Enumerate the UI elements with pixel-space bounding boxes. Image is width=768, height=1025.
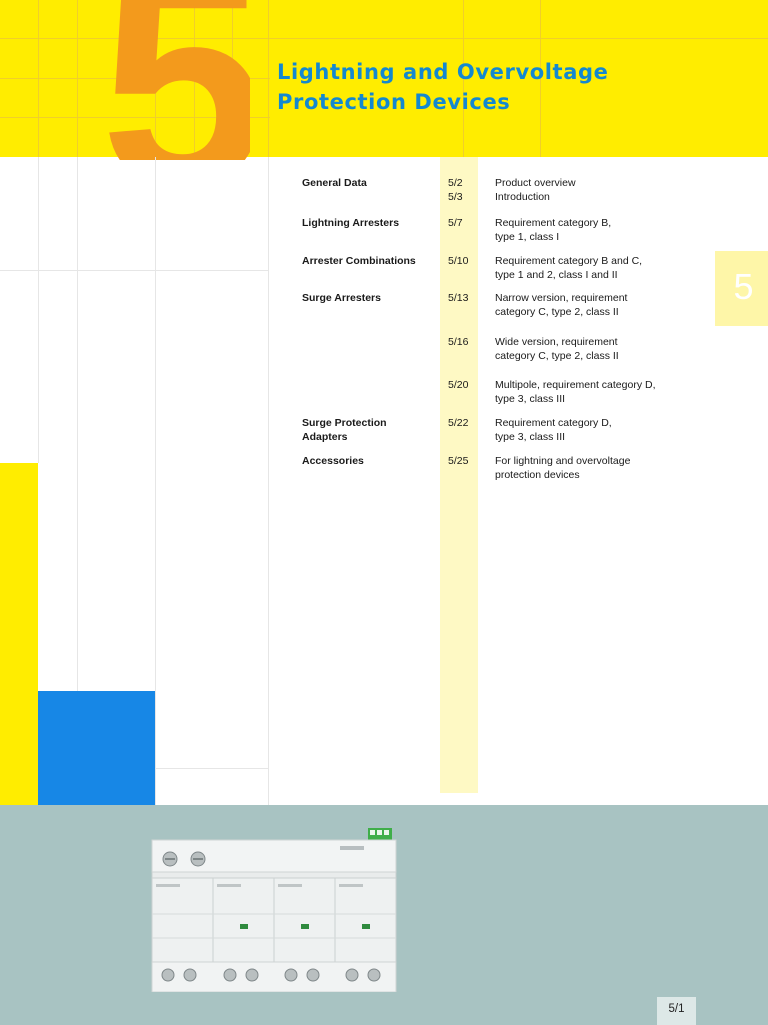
toc-description: Wide version, requirement category C, ty…	[495, 336, 619, 362]
left-yellow-strip	[0, 463, 38, 805]
toc-description: Requirement category B, type 1, class I	[495, 217, 612, 243]
toc-pages: 5/2 5/3	[448, 177, 463, 203]
toc-pages: 5/22	[448, 417, 469, 429]
toc-pages: 5/25	[448, 455, 469, 467]
margin-grid-line	[38, 157, 39, 463]
toc-description: Requirement category B and C, type 1 and…	[495, 255, 643, 281]
toc-description: For lightning and overvoltage protection…	[495, 455, 631, 481]
header-grid-line	[268, 0, 269, 157]
chapter-tab: 5	[715, 251, 768, 326]
margin-grid-line	[77, 157, 78, 691]
toc-pages: 5/20	[448, 379, 469, 391]
header-grid-line	[77, 0, 78, 157]
blue-block	[38, 691, 155, 805]
margin-grid-line	[155, 157, 156, 805]
surge-arrester-product-image	[151, 828, 397, 992]
toc-section: Surge Protection Adapters	[302, 417, 387, 443]
toc-description: Narrow version, requirement category C, …	[495, 292, 628, 318]
toc-pages: 5/7	[448, 217, 463, 229]
toc-pages: 5/13	[448, 292, 469, 304]
toc-section: Arrester Combinations	[302, 255, 416, 267]
toc-pages: 5/10	[448, 255, 469, 267]
toc-section: Surge Arresters	[302, 292, 381, 304]
toc-section: Accessories	[302, 455, 364, 467]
margin-grid-line	[0, 270, 268, 271]
chapter-number: 5	[100, 0, 250, 160]
margin-grid-line	[268, 157, 269, 805]
toc-section: Lightning Arresters	[302, 217, 400, 229]
toc-description: Multipole, requirement category D, type …	[495, 379, 656, 405]
margin-grid-line	[155, 768, 268, 769]
toc-pages: 5/16	[448, 336, 469, 348]
page-number: 5/1	[668, 1003, 685, 1015]
chapter-title: Lightning and Overvoltage Protection Dev…	[277, 57, 608, 117]
chapter-title-line-2: Protection Devices	[277, 90, 511, 114]
page-number-box: 5/1	[657, 997, 696, 1025]
toc-description: Product overview Introduction	[495, 177, 576, 203]
page-number-column	[440, 157, 478, 793]
toc-description: Requirement category D, type 3, class II…	[495, 417, 612, 443]
header-grid-line	[38, 0, 39, 157]
toc-section: General Data	[302, 177, 367, 189]
chapter-tab-number: 5	[733, 266, 754, 307]
chapter-title-line-1: Lightning and Overvoltage	[277, 60, 609, 84]
